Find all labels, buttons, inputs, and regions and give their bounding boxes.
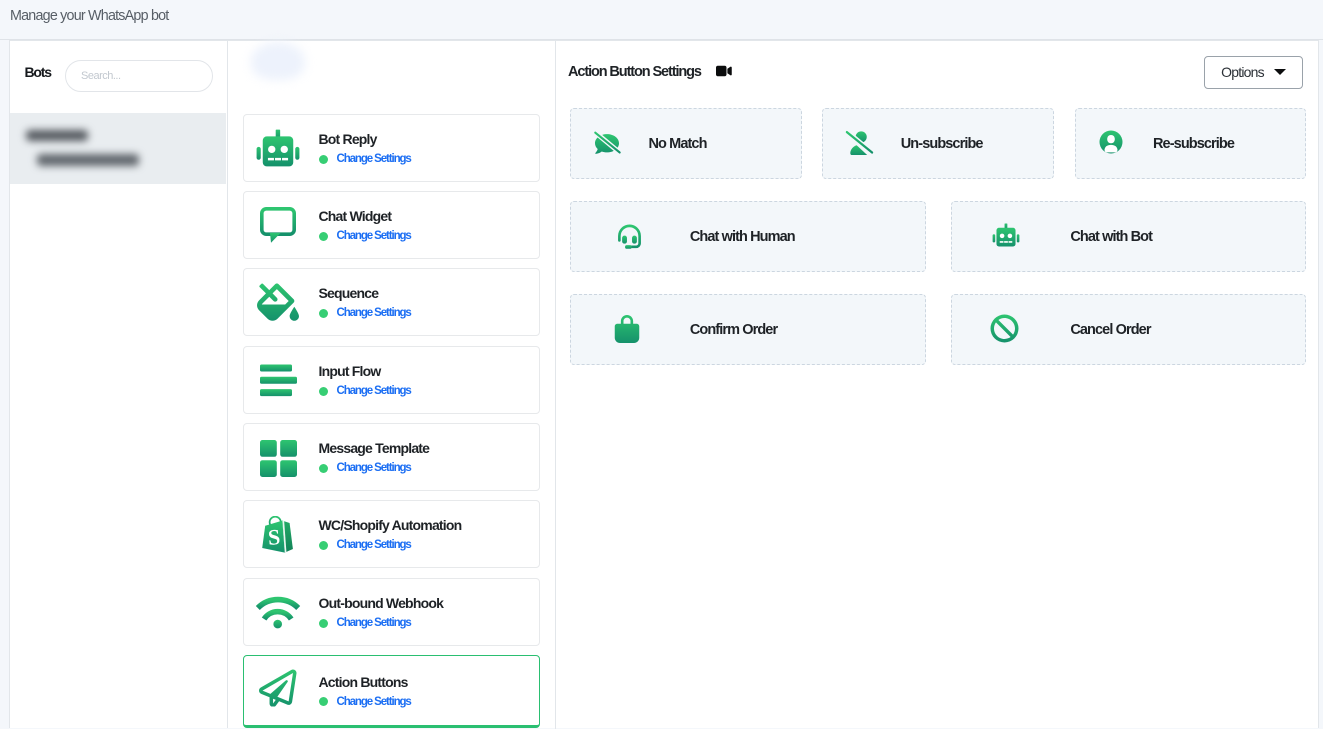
svg-text:S: S bbox=[267, 524, 281, 550]
